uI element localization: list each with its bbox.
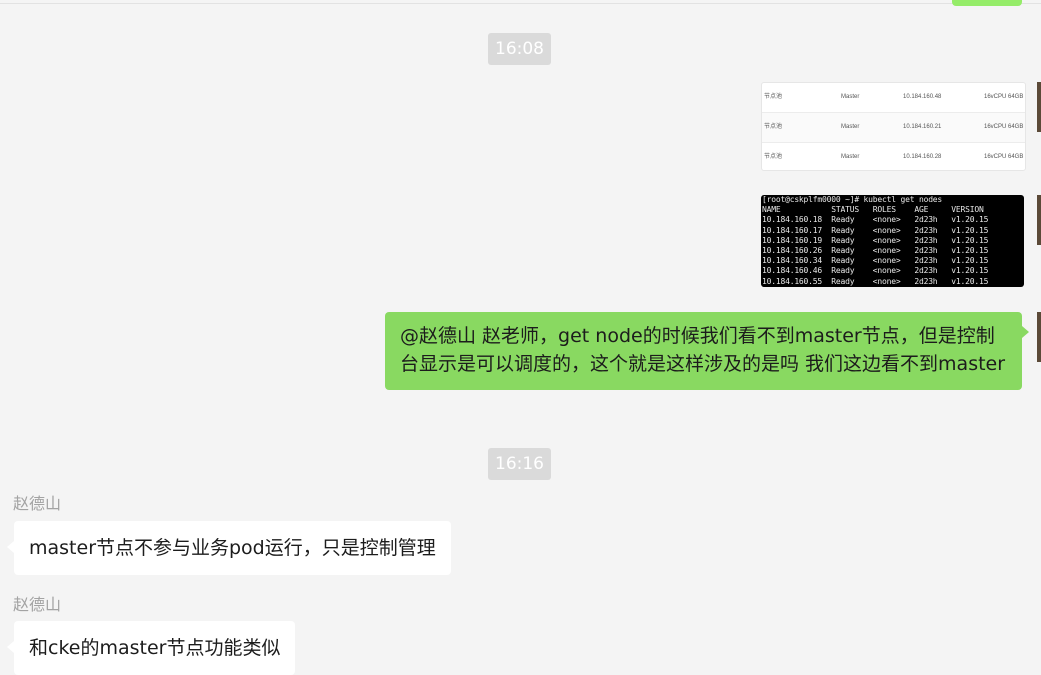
node-table-screenshot[interactable]: 节点池 Master 10.184.160.48 16vCPU 64GB 节点池… xyxy=(761,82,1026,171)
cell-spec: 16vCPU 64GB xyxy=(984,154,1024,160)
reply-message-bubble[interactable]: 和cke的master节点功能类似 xyxy=(6,621,296,675)
cell-role: Master xyxy=(841,124,860,130)
my-message-bubble[interactable]: @赵德山 赵老师，get node的时候我们看不到master节点，但是控制台显… xyxy=(385,312,1029,390)
terminal-line: 10.184.160.34 Ready <none> 2d23h v1.20.1… xyxy=(762,256,989,266)
terminal-line: 10.184.160.55 Ready <none> 2d23h v1.20.1… xyxy=(762,276,989,286)
my-avatar[interactable] xyxy=(1037,82,1041,132)
cell-name: 节点池 xyxy=(764,154,783,160)
cell-ip: 10.184.160.21 xyxy=(903,124,942,130)
top-divider xyxy=(0,3,1041,4)
cell-name: 节点池 xyxy=(764,124,783,130)
my-avatar[interactable] xyxy=(1037,312,1041,362)
cell-ip: 10.184.160.48 xyxy=(903,94,942,100)
my-avatar[interactable] xyxy=(1037,195,1041,245)
table-row: 节点池 Master 10.184.160.48 16vCPU 64GB xyxy=(762,83,1025,113)
cell-spec: 16vCPU 64GB xyxy=(984,124,1024,130)
terminal-line: 10.184.160.26 Ready <none> 2d23h v1.20.1… xyxy=(762,245,989,255)
cell-role: Master xyxy=(841,154,860,160)
sender-name: 赵德山 xyxy=(13,494,62,513)
cell-ip: 10.184.160.28 xyxy=(903,154,942,160)
table-row: 节点池 Master 10.184.160.28 16vCPU 64GB xyxy=(762,143,1025,170)
table-row: 节点池 Master 10.184.160.21 16vCPU 64GB xyxy=(762,113,1025,143)
terminal-line: 10.184.160.18 Ready <none> 2d23h v1.20.1… xyxy=(762,215,989,225)
timestamp-2: 16:16 xyxy=(488,448,551,480)
terminal-line: [root@cskplfm0000 ~]# kubectl get nodes xyxy=(762,195,943,204)
kubectl-terminal-screenshot[interactable]: [root@cskplfm0000 ~]# kubectl get nodes … xyxy=(761,195,1024,287)
sender-name: 赵德山 xyxy=(13,595,62,614)
previous-message-bubble-edge[interactable] xyxy=(952,0,1022,6)
timestamp-1: 16:08 xyxy=(488,33,551,65)
terminal-line: 10.184.160.19 Ready <none> 2d23h v1.20.1… xyxy=(762,235,989,245)
reply-message-bubble[interactable]: master节点不参与业务pod运行，只是控制管理 xyxy=(7,521,451,575)
terminal-line: 10.184.160.17 Ready <none> 2d23h v1.20.1… xyxy=(762,225,989,235)
terminal-line: 10.184.160.46 Ready <none> 2d23h v1.20.1… xyxy=(762,266,989,276)
cell-role: Master xyxy=(841,94,860,100)
cell-name: 节点池 xyxy=(764,94,783,100)
cell-spec: 16vCPU 64GB xyxy=(984,94,1024,100)
terminal-line: NAME STATUS ROLES AGE VERSION xyxy=(762,205,984,215)
